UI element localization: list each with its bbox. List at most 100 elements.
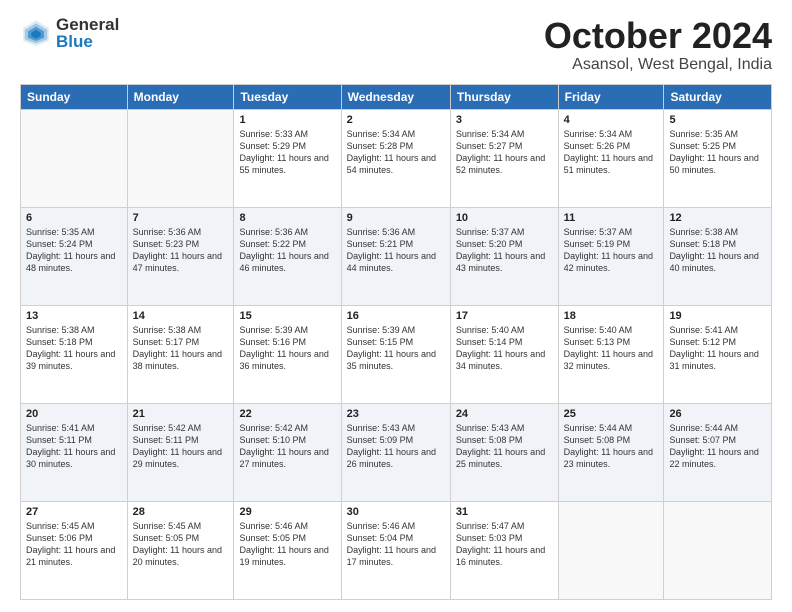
day-number: 26 — [669, 408, 766, 420]
col-tuesday: Tuesday — [234, 84, 341, 109]
calendar-cell: 19 Sunrise: 5:41 AM Sunset: 5:12 PM Dayli… — [664, 305, 772, 403]
day-info: Sunrise: 5:36 AM Sunset: 5:22 PM Dayligh… — [239, 226, 335, 275]
logo-general-text: General — [56, 16, 119, 33]
calendar-week-1: 1 Sunrise: 5:33 AM Sunset: 5:29 PM Daylig… — [21, 109, 772, 207]
calendar-cell: 2 Sunrise: 5:34 AM Sunset: 5:28 PM Daylig… — [341, 109, 450, 207]
day-info: Sunrise: 5:46 AM Sunset: 5:04 PM Dayligh… — [347, 520, 445, 569]
calendar-cell: 25 Sunrise: 5:44 AM Sunset: 5:08 PM Dayli… — [558, 403, 664, 501]
day-number: 21 — [133, 408, 229, 420]
calendar-cell: 23 Sunrise: 5:43 AM Sunset: 5:09 PM Dayli… — [341, 403, 450, 501]
day-number: 31 — [456, 506, 553, 518]
calendar-cell: 29Sunrise: 5:46 AM Sunset: 5:05 PM Dayli… — [234, 501, 341, 599]
day-number: 22 — [239, 408, 335, 420]
day-number: 24 — [456, 408, 553, 420]
header: General Blue October 2024 Asansol, West … — [20, 16, 772, 74]
col-wednesday: Wednesday — [341, 84, 450, 109]
calendar-cell: 18Sunrise: 5:40 AM Sunset: 5:13 PM Dayli… — [558, 305, 664, 403]
calendar-cell: 21Sunrise: 5:42 AM Sunset: 5:11 PM Dayli… — [127, 403, 234, 501]
day-number: 10 — [456, 212, 553, 224]
day-info: Sunrise: 5:42 AM Sunset: 5:10 PM Dayligh… — [239, 422, 335, 471]
calendar-cell: 4Sunrise: 5:34 AM Sunset: 5:26 PM Daylig… — [558, 109, 664, 207]
day-number: 8 — [239, 212, 335, 224]
day-info: Sunrise: 5:38 AM Sunset: 5:17 PM Dayligh… — [133, 324, 229, 373]
calendar-week-3: 13 Sunrise: 5:38 AM Sunset: 5:18 PM Dayli… — [21, 305, 772, 403]
day-number: 27 — [26, 506, 122, 518]
calendar-cell: 3 Sunrise: 5:34 AM Sunset: 5:27 PM Daylig… — [450, 109, 558, 207]
title-section: October 2024 Asansol, West Bengal, India — [544, 16, 772, 74]
day-info: Sunrise: 5:38 AM Sunset: 5:18 PM Dayligh… — [26, 324, 122, 373]
day-info: Sunrise: 5:44 AM Sunset: 5:07 PM Dayligh… — [669, 422, 766, 471]
calendar-week-2: 6 Sunrise: 5:35 AM Sunset: 5:24 PM Daylig… — [21, 207, 772, 305]
day-number: 23 — [347, 408, 445, 420]
day-info: Sunrise: 5:37 AM Sunset: 5:19 PM Dayligh… — [564, 226, 659, 275]
day-number: 28 — [133, 506, 229, 518]
calendar-cell — [127, 109, 234, 207]
calendar-table: Sunday Monday Tuesday Wednesday Thursday… — [20, 84, 772, 600]
calendar-cell: 10 Sunrise: 5:37 AM Sunset: 5:20 PM Dayli… — [450, 207, 558, 305]
day-info: Sunrise: 5:46 AM Sunset: 5:05 PM Dayligh… — [239, 520, 335, 569]
logo: General Blue — [20, 16, 119, 50]
day-info: Sunrise: 5:37 AM Sunset: 5:20 PM Dayligh… — [456, 226, 553, 275]
day-number: 7 — [133, 212, 229, 224]
calendar-cell: 6 Sunrise: 5:35 AM Sunset: 5:24 PM Daylig… — [21, 207, 128, 305]
day-info: Sunrise: 5:33 AM Sunset: 5:29 PM Dayligh… — [239, 128, 335, 177]
calendar-cell: 5 Sunrise: 5:35 AM Sunset: 5:25 PM Daylig… — [664, 109, 772, 207]
day-number: 12 — [669, 212, 766, 224]
day-info: Sunrise: 5:34 AM Sunset: 5:27 PM Dayligh… — [456, 128, 553, 177]
day-info: Sunrise: 5:36 AM Sunset: 5:23 PM Dayligh… — [133, 226, 229, 275]
day-number: 1 — [239, 114, 335, 126]
day-info: Sunrise: 5:40 AM Sunset: 5:13 PM Dayligh… — [564, 324, 659, 373]
day-number: 5 — [669, 114, 766, 126]
day-number: 13 — [26, 310, 122, 322]
day-number: 14 — [133, 310, 229, 322]
day-number: 25 — [564, 408, 659, 420]
col-thursday: Thursday — [450, 84, 558, 109]
day-info: Sunrise: 5:35 AM Sunset: 5:25 PM Dayligh… — [669, 128, 766, 177]
col-sunday: Sunday — [21, 84, 128, 109]
calendar-cell: 8 Sunrise: 5:36 AM Sunset: 5:22 PM Daylig… — [234, 207, 341, 305]
calendar-cell: 1 Sunrise: 5:33 AM Sunset: 5:29 PM Daylig… — [234, 109, 341, 207]
col-friday: Friday — [558, 84, 664, 109]
col-monday: Monday — [127, 84, 234, 109]
calendar-cell: 16Sunrise: 5:39 AM Sunset: 5:15 PM Dayli… — [341, 305, 450, 403]
month-title: October 2024 — [544, 16, 772, 56]
day-info: Sunrise: 5:45 AM Sunset: 5:05 PM Dayligh… — [133, 520, 229, 569]
day-number: 19 — [669, 310, 766, 322]
day-info: Sunrise: 5:41 AM Sunset: 5:12 PM Dayligh… — [669, 324, 766, 373]
day-info: Sunrise: 5:34 AM Sunset: 5:28 PM Dayligh… — [347, 128, 445, 177]
calendar-cell: 30 Sunrise: 5:46 AM Sunset: 5:04 PM Dayli… — [341, 501, 450, 599]
calendar-cell: 27Sunrise: 5:45 AM Sunset: 5:06 PM Dayli… — [21, 501, 128, 599]
day-info: Sunrise: 5:39 AM Sunset: 5:16 PM Dayligh… — [239, 324, 335, 373]
day-info: Sunrise: 5:40 AM Sunset: 5:14 PM Dayligh… — [456, 324, 553, 373]
day-number: 4 — [564, 114, 659, 126]
header-row: Sunday Monday Tuesday Wednesday Thursday… — [21, 84, 772, 109]
logo-text: General Blue — [56, 16, 119, 50]
day-info: Sunrise: 5:43 AM Sunset: 5:09 PM Dayligh… — [347, 422, 445, 471]
day-number: 3 — [456, 114, 553, 126]
day-number: 2 — [347, 114, 445, 126]
day-info: Sunrise: 5:41 AM Sunset: 5:11 PM Dayligh… — [26, 422, 122, 471]
day-number: 16 — [347, 310, 445, 322]
calendar-cell: 22 Sunrise: 5:42 AM Sunset: 5:10 PM Dayli… — [234, 403, 341, 501]
calendar-cell: 26 Sunrise: 5:44 AM Sunset: 5:07 PM Dayli… — [664, 403, 772, 501]
day-number: 15 — [239, 310, 335, 322]
calendar-cell: 15 Sunrise: 5:39 AM Sunset: 5:16 PM Dayli… — [234, 305, 341, 403]
day-info: Sunrise: 5:47 AM Sunset: 5:03 PM Dayligh… — [456, 520, 553, 569]
day-number: 9 — [347, 212, 445, 224]
day-info: Sunrise: 5:38 AM Sunset: 5:18 PM Dayligh… — [669, 226, 766, 275]
day-info: Sunrise: 5:43 AM Sunset: 5:08 PM Dayligh… — [456, 422, 553, 471]
day-number: 6 — [26, 212, 122, 224]
calendar-week-4: 20Sunrise: 5:41 AM Sunset: 5:11 PM Dayli… — [21, 403, 772, 501]
day-info: Sunrise: 5:35 AM Sunset: 5:24 PM Dayligh… — [26, 226, 122, 275]
calendar-cell — [558, 501, 664, 599]
day-number: 11 — [564, 212, 659, 224]
logo-icon — [20, 17, 52, 49]
calendar-cell — [664, 501, 772, 599]
day-info: Sunrise: 5:44 AM Sunset: 5:08 PM Dayligh… — [564, 422, 659, 471]
location: Asansol, West Bengal, India — [544, 56, 772, 74]
calendar-cell: 11 Sunrise: 5:37 AM Sunset: 5:19 PM Dayli… — [558, 207, 664, 305]
calendar-cell: 13 Sunrise: 5:38 AM Sunset: 5:18 PM Dayli… — [21, 305, 128, 403]
calendar-body: 1 Sunrise: 5:33 AM Sunset: 5:29 PM Daylig… — [21, 109, 772, 599]
calendar-header: Sunday Monday Tuesday Wednesday Thursday… — [21, 84, 772, 109]
day-number: 30 — [347, 506, 445, 518]
